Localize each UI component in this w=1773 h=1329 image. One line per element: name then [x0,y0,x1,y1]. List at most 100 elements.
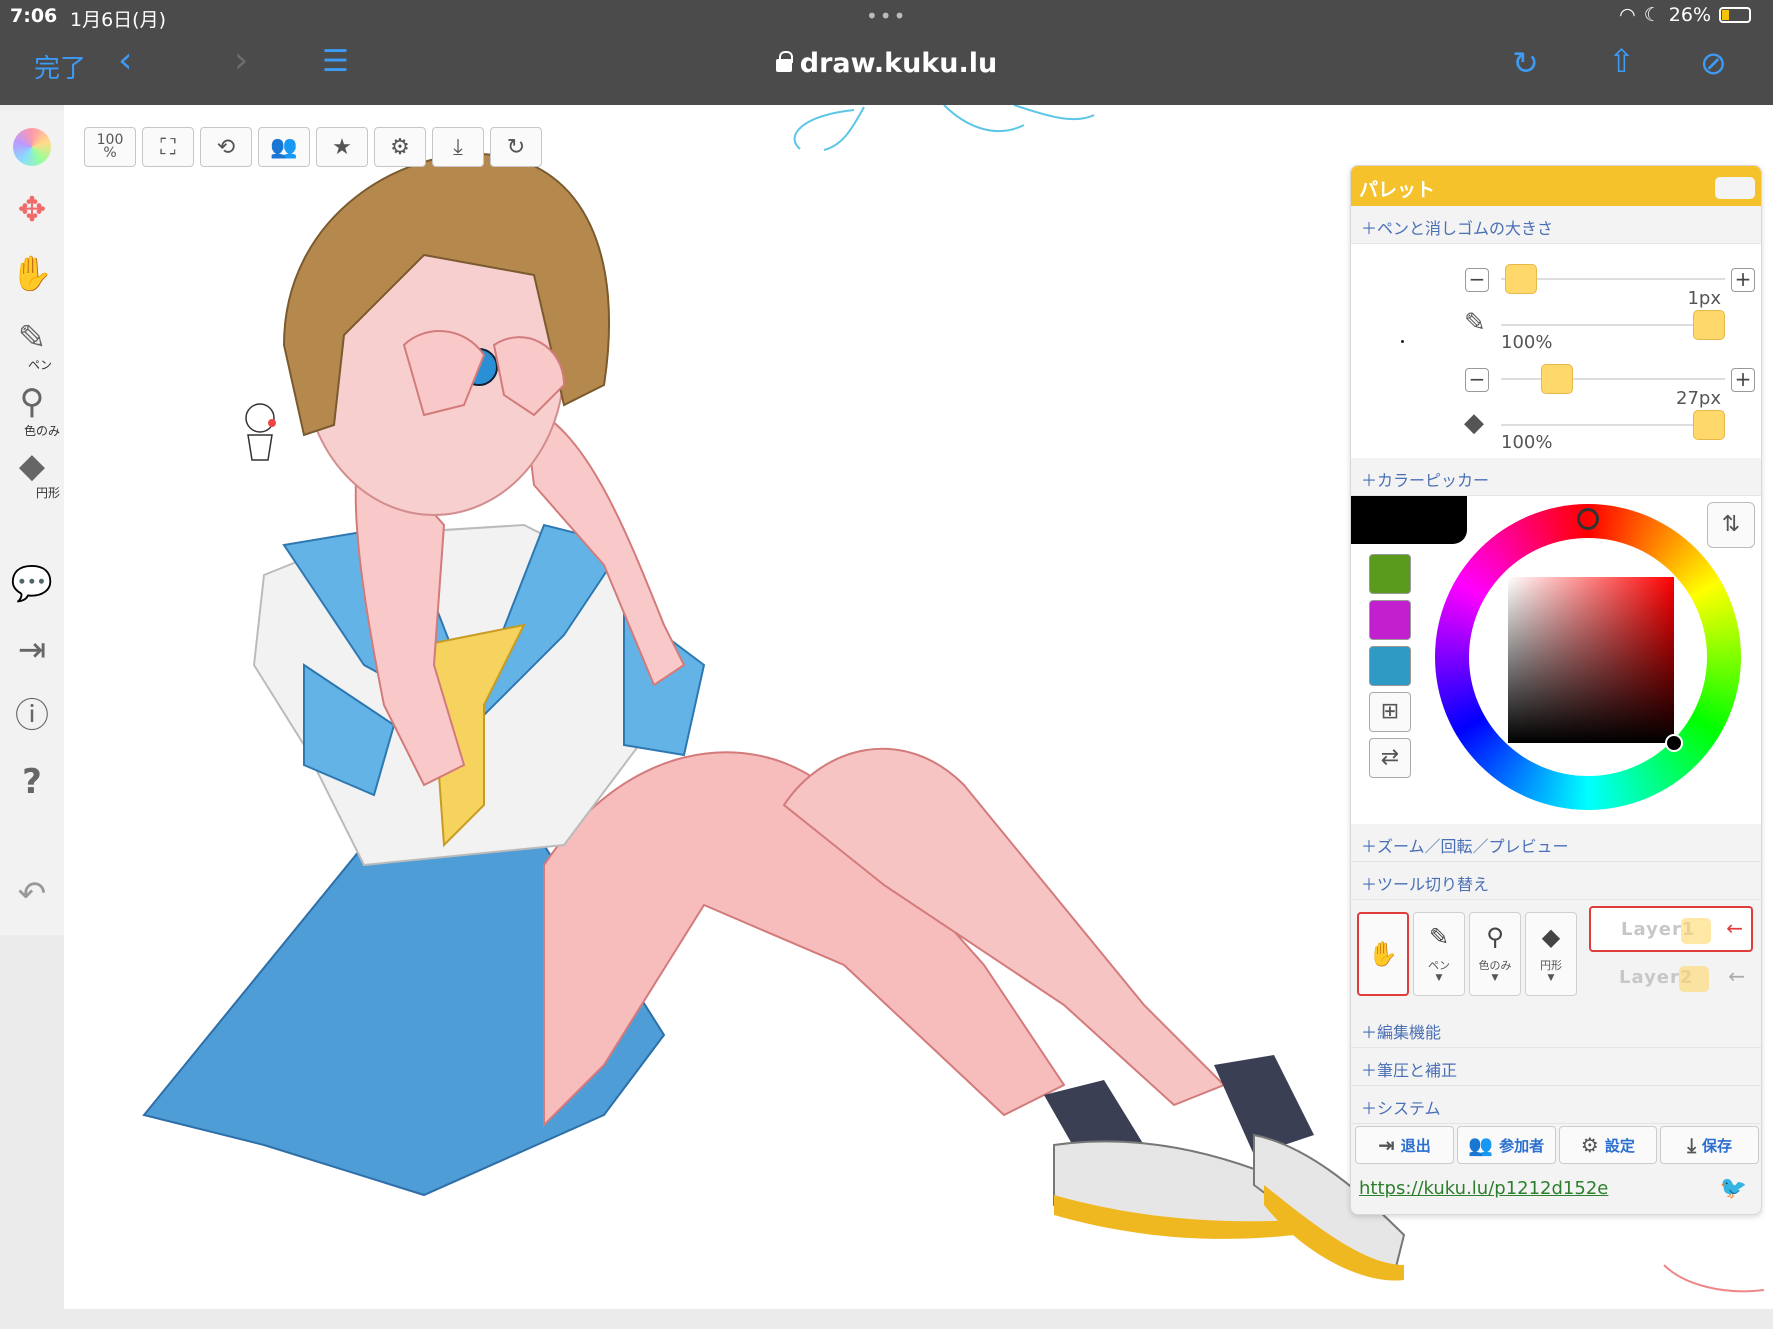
brush-preview-dot [1401,340,1404,343]
hue-wheel[interactable] [1435,504,1741,810]
palette-toggle[interactable] [1715,177,1755,199]
pen-size-minus-button[interactable]: − [1465,268,1489,292]
exit-button[interactable]: ⇥ [0,630,64,670]
color-picker-block: ⊞ ⇄ ⇅ [1351,496,1761,824]
swatch-blue[interactable] [1369,646,1411,686]
palette-title: パレット [1359,179,1436,201]
pen-opacity-value: 100% [1501,332,1553,353]
fit-screen-icon: ⛶ [160,134,176,160]
eraser-label: 円形 [36,486,61,500]
dropdown-arrow-icon: ▼ [1547,973,1555,983]
move-button[interactable]: ✥ [0,190,64,230]
switch-eyedropper-button[interactable]: ⚲ 色のみ ▼ [1469,912,1521,996]
multitask-dots-icon[interactable]: ••• [866,4,907,28]
switch-eraser-button[interactable]: ◆ 円形 ▼ [1525,912,1577,996]
layer-2[interactable]: Layer2 ← [1589,956,1753,1002]
layer-1-thumb [1681,918,1711,944]
pen-opacity-slider[interactable] [1693,310,1725,340]
pen-size-slider[interactable] [1505,264,1537,294]
members-button[interactable]: 👥 参加者 [1456,1126,1556,1164]
switch-pen-label: ペン [1428,959,1450,972]
eraser-size-slider[interactable] [1541,364,1573,394]
layer-2-thumb [1679,966,1709,992]
pen-button[interactable]: ✎ ペン [0,318,64,372]
undo-button[interactable]: ↶ [0,874,64,914]
saturation-value-square[interactable] [1508,577,1674,743]
settings-button[interactable]: ⚙ 設定 [1558,1126,1658,1164]
swap-swatch-button[interactable]: ⇄ [1369,738,1411,778]
section-system[interactable]: ＋システム [1351,1086,1761,1124]
section-size[interactable]: ＋ペンと消しゴムの大きさ [1351,206,1761,244]
sketch-lines [793,105,1095,151]
favorite-button[interactable]: ★ [316,127,368,167]
fit-screen-button[interactable]: ⛶ [142,127,194,167]
pen-icon: ✎ [1428,923,1450,951]
section-zoom[interactable]: ＋ズーム／回転／プレビュー [1351,824,1761,862]
pen-label: ペン [28,358,53,372]
section-picker[interactable]: ＋カラーピッカー [1351,458,1761,496]
doodle-head [245,403,275,433]
info-button[interactable]: ⓘ [0,696,64,736]
compass-icon[interactable]: ⊘ [1700,44,1727,82]
share-icon[interactable]: ⇧ [1608,42,1635,80]
switch-eyedropper-label: 色のみ [1478,959,1512,972]
section-edit[interactable]: ＋編集機能 [1351,1010,1761,1048]
swatch-green[interactable] [1369,554,1411,594]
move-icon: ✥ [17,190,47,230]
rotate-icon: ⟲ [216,134,236,160]
eraser-size-plus-button[interactable]: + [1731,368,1755,392]
swap-swatch-icon: ⇄ [1380,745,1400,770]
save-button[interactable]: ⤓ 保存 [1660,1126,1759,1164]
eraser-size-minus-button[interactable]: − [1465,368,1489,392]
add-swatch-icon: ⊞ [1380,699,1400,724]
switch-pen-button[interactable]: ✎ ペン ▼ [1413,912,1465,996]
picker-mode-button[interactable]: ⇅ [1707,502,1755,548]
bottom-buttons: ⇥ 退出 👥 参加者 ⚙ 設定 ⤓ 保存 [1355,1126,1759,1166]
current-color[interactable] [1351,496,1467,544]
palette-header[interactable]: パレット [1351,166,1761,206]
section-pressure[interactable]: ＋筆圧と補正 [1351,1048,1761,1086]
eraser-opacity-slider[interactable] [1693,410,1725,440]
status-time: 7:06 [10,5,58,27]
layer-1[interactable]: Layer1 ← [1589,906,1753,952]
pen-opacity-row: ✎ 100% [1461,302,1757,353]
download-button[interactable]: ⤓ [432,127,484,167]
palette-panel: パレット ＋ペンと消しゴムの大きさ − + 1px ✎ 100% − + 27p… [1350,165,1762,1215]
reload-icon[interactable]: ↻ [1512,44,1539,82]
hue-marker[interactable] [1577,508,1599,530]
twitter-icon[interactable]: 🐦 [1720,1176,1747,1201]
browser-chrome: 7:06 1月6日(月) ••• ◠ ☾ 26% 完了 ‹ › ☰ draw.k… [0,0,1773,105]
address-bar[interactable]: draw.kuku.lu [0,48,1773,79]
eyedropper-icon: ⚲ [1486,923,1504,951]
members-button[interactable]: 👥 [258,127,310,167]
switch-hand-button[interactable]: ✋ [1357,912,1409,996]
wifi-icon: ◠ [1619,4,1636,26]
eraser-button[interactable]: ◆ 円形 [0,446,64,500]
eraser-size-row: − + 27px [1461,356,1757,409]
eraser-opacity-track [1501,424,1725,426]
rotate-reset-button[interactable]: ⟲ [200,127,252,167]
settings-button[interactable]: ⚙ [374,127,426,167]
arrow-left-icon: ← [1726,916,1743,940]
refresh-button[interactable]: ↻ [490,127,542,167]
help-button[interactable]: ? [0,762,64,802]
section-switch[interactable]: ＋ツール切り替え [1351,862,1761,900]
swatch-purple[interactable] [1369,600,1411,640]
chat-button[interactable]: 💬 [0,564,64,604]
pen-size-plus-button[interactable]: + [1731,268,1755,292]
add-swatch-button[interactable]: ⊞ [1369,692,1411,732]
sv-marker[interactable] [1665,734,1683,752]
arrow-left-icon: ← [1728,964,1745,988]
chat-icon: 💬 [10,564,54,604]
color-wheel-icon [13,128,51,166]
color-wheel-button[interactable] [0,126,64,170]
sketch-red [1663,1264,1765,1293]
hand-icon: ✋ [10,254,54,294]
eyedropper-button[interactable]: ⚲ 色のみ [0,382,64,438]
share-url-link[interactable]: https://kuku.lu/p1212d152e [1359,1178,1608,1199]
zoom-reset-button[interactable]: 100 % [84,127,136,167]
eraser-icon: ◆ [18,446,46,486]
battery-percent: 26% [1668,4,1711,26]
exit-button[interactable]: ⇥ 退出 [1355,1126,1454,1164]
hand-button[interactable]: ✋ [0,254,64,294]
